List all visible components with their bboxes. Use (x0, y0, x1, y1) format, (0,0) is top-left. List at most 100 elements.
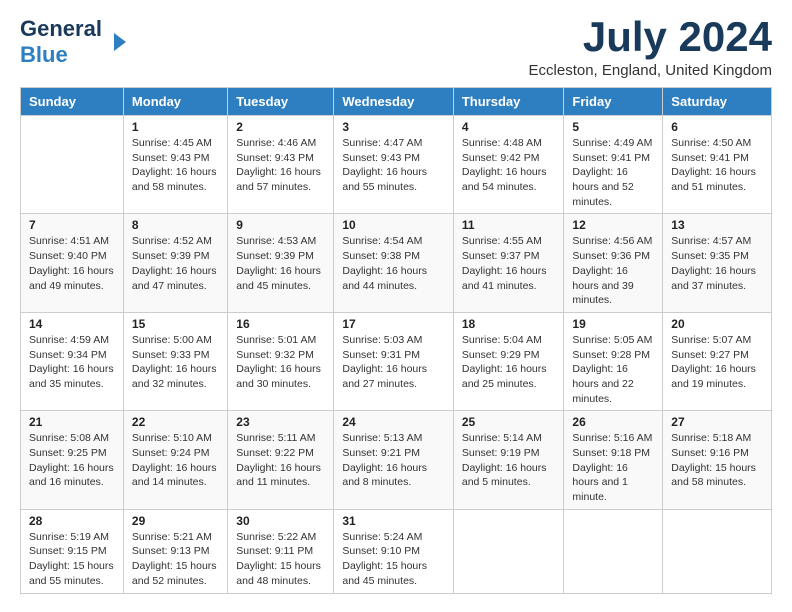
day-info: Sunrise: 5:14 AMSunset: 9:19 PMDaylight:… (462, 432, 547, 488)
day-info: Sunrise: 5:05 AMSunset: 9:28 PMDaylight:… (572, 334, 652, 405)
col-tuesday: Tuesday (228, 88, 334, 116)
day-info: Sunrise: 4:57 AMSunset: 9:35 PMDaylight:… (671, 235, 756, 291)
day-info: Sunrise: 4:45 AMSunset: 9:43 PMDaylight:… (132, 137, 217, 193)
day-number: 29 (132, 514, 219, 528)
logo-general: General (20, 16, 102, 41)
calendar-cell: 6 Sunrise: 4:50 AMSunset: 9:41 PMDaylight… (663, 116, 772, 214)
day-info: Sunrise: 5:11 AMSunset: 9:22 PMDaylight:… (236, 432, 321, 488)
calendar-week-2: 7Sunrise: 4:51 AMSunset: 9:40 PMDaylight… (21, 214, 772, 312)
calendar-cell: 3 Sunrise: 4:47 AMSunset: 9:43 PMDaylight… (334, 116, 454, 214)
calendar-cell: 27 Sunrise: 5:18 AMSunset: 9:16 PMDayligh… (663, 411, 772, 509)
day-number: 14 (29, 317, 115, 331)
day-info: Sunrise: 4:53 AMSunset: 9:39 PMDaylight:… (236, 235, 321, 291)
day-info: Sunrise: 4:47 AMSunset: 9:43 PMDaylight:… (342, 137, 427, 193)
calendar-cell: 14 Sunrise: 4:59 AMSunset: 9:34 PMDayligh… (21, 312, 124, 410)
day-info: Sunrise: 5:03 AMSunset: 9:31 PMDaylight:… (342, 334, 427, 390)
day-info: Sunrise: 4:49 AMSunset: 9:41 PMDaylight:… (572, 137, 652, 208)
header-row: Sunday Monday Tuesday Wednesday Thursday… (21, 88, 772, 116)
col-wednesday: Wednesday (334, 88, 454, 116)
day-number: 10 (342, 218, 445, 232)
calendar-cell: 10Sunrise: 4:54 AMSunset: 9:38 PMDayligh… (334, 214, 454, 312)
day-number: 12 (572, 218, 654, 232)
calendar-cell: 29 Sunrise: 5:21 AMSunset: 9:13 PMDayligh… (123, 509, 227, 593)
calendar-cell: 23 Sunrise: 5:11 AMSunset: 9:22 PMDayligh… (228, 411, 334, 509)
col-saturday: Saturday (663, 88, 772, 116)
day-info: Sunrise: 5:22 AMSunset: 9:11 PMDaylight:… (236, 531, 321, 587)
calendar-week-1: 1Sunrise: 4:45 AMSunset: 9:43 PMDaylight… (21, 116, 772, 214)
logo-blue: Blue (20, 42, 68, 67)
calendar-cell: 22Sunrise: 5:10 AMSunset: 9:24 PMDayligh… (123, 411, 227, 509)
day-info: Sunrise: 4:46 AMSunset: 9:43 PMDaylight:… (236, 137, 321, 193)
day-number: 23 (236, 415, 325, 429)
day-number: 19 (572, 317, 654, 331)
calendar-cell: 15Sunrise: 5:00 AMSunset: 9:33 PMDayligh… (123, 312, 227, 410)
day-info: Sunrise: 5:01 AMSunset: 9:32 PMDaylight:… (236, 334, 321, 390)
day-info: Sunrise: 5:21 AMSunset: 9:13 PMDaylight:… (132, 531, 217, 587)
calendar-cell: 24Sunrise: 5:13 AMSunset: 9:21 PMDayligh… (334, 411, 454, 509)
day-number: 11 (462, 218, 556, 232)
day-number: 3 (342, 120, 445, 134)
calendar-cell (21, 116, 124, 214)
calendar-week-4: 21Sunrise: 5:08 AMSunset: 9:25 PMDayligh… (21, 411, 772, 509)
day-info: Sunrise: 4:56 AMSunset: 9:36 PMDaylight:… (572, 235, 652, 306)
calendar-cell: 9 Sunrise: 4:53 AMSunset: 9:39 PMDaylight… (228, 214, 334, 312)
day-info: Sunrise: 4:59 AMSunset: 9:34 PMDaylight:… (29, 334, 114, 390)
col-friday: Friday (564, 88, 663, 116)
day-number: 8 (132, 218, 219, 232)
calendar-cell: 1Sunrise: 4:45 AMSunset: 9:43 PMDaylight… (123, 116, 227, 214)
subtitle: Eccleston, England, United Kingdom (529, 62, 772, 79)
calendar-cell: 26 Sunrise: 5:16 AMSunset: 9:18 PMDayligh… (564, 411, 663, 509)
day-number: 20 (671, 317, 763, 331)
day-info: Sunrise: 5:10 AMSunset: 9:24 PMDaylight:… (132, 432, 217, 488)
day-number: 26 (572, 415, 654, 429)
title-block: July 2024 Eccleston, England, United Kin… (529, 16, 772, 79)
day-number: 28 (29, 514, 115, 528)
calendar-cell: 19 Sunrise: 5:05 AMSunset: 9:28 PMDayligh… (564, 312, 663, 410)
day-number: 4 (462, 120, 556, 134)
calendar-cell: 18Sunrise: 5:04 AMSunset: 9:29 PMDayligh… (453, 312, 564, 410)
day-info: Sunrise: 4:52 AMSunset: 9:39 PMDaylight:… (132, 235, 217, 291)
calendar-cell: 16 Sunrise: 5:01 AMSunset: 9:32 PMDayligh… (228, 312, 334, 410)
calendar-cell: 25 Sunrise: 5:14 AMSunset: 9:19 PMDayligh… (453, 411, 564, 509)
calendar-cell: 17Sunrise: 5:03 AMSunset: 9:31 PMDayligh… (334, 312, 454, 410)
day-info: Sunrise: 5:16 AMSunset: 9:18 PMDaylight:… (572, 432, 652, 503)
day-info: Sunrise: 5:07 AMSunset: 9:27 PMDaylight:… (671, 334, 756, 390)
day-number: 30 (236, 514, 325, 528)
calendar-cell: 20 Sunrise: 5:07 AMSunset: 9:27 PMDayligh… (663, 312, 772, 410)
calendar-cell: 8 Sunrise: 4:52 AMSunset: 9:39 PMDaylight… (123, 214, 227, 312)
calendar-cell (663, 509, 772, 593)
day-number: 5 (572, 120, 654, 134)
col-thursday: Thursday (453, 88, 564, 116)
day-info: Sunrise: 4:51 AMSunset: 9:40 PMDaylight:… (29, 235, 114, 291)
logo: General Blue (20, 16, 128, 68)
day-info: Sunrise: 5:04 AMSunset: 9:29 PMDaylight:… (462, 334, 547, 390)
page-header: General Blue July 2024 Eccleston, Englan… (20, 16, 772, 79)
logo-text: General Blue (20, 16, 102, 68)
calendar-table: Sunday Monday Tuesday Wednesday Thursday… (20, 87, 772, 594)
day-number: 16 (236, 317, 325, 331)
day-info: Sunrise: 4:55 AMSunset: 9:37 PMDaylight:… (462, 235, 547, 291)
calendar-cell (564, 509, 663, 593)
day-number: 9 (236, 218, 325, 232)
calendar-week-3: 14 Sunrise: 4:59 AMSunset: 9:34 PMDayligh… (21, 312, 772, 410)
day-info: Sunrise: 5:08 AMSunset: 9:25 PMDaylight:… (29, 432, 114, 488)
calendar-cell (453, 509, 564, 593)
day-info: Sunrise: 5:24 AMSunset: 9:10 PMDaylight:… (342, 531, 427, 587)
calendar-cell: 11 Sunrise: 4:55 AMSunset: 9:37 PMDayligh… (453, 214, 564, 312)
day-number: 27 (671, 415, 763, 429)
calendar-week-5: 28Sunrise: 5:19 AMSunset: 9:15 PMDayligh… (21, 509, 772, 593)
day-number: 6 (671, 120, 763, 134)
day-number: 25 (462, 415, 556, 429)
day-info: Sunrise: 5:18 AMSunset: 9:16 PMDaylight:… (671, 432, 756, 488)
col-monday: Monday (123, 88, 227, 116)
day-number: 15 (132, 317, 219, 331)
calendar-cell: 31Sunrise: 5:24 AMSunset: 9:10 PMDayligh… (334, 509, 454, 593)
logo-icon (106, 31, 128, 53)
calendar-cell: 7Sunrise: 4:51 AMSunset: 9:40 PMDaylight… (21, 214, 124, 312)
calendar-cell: 4Sunrise: 4:48 AMSunset: 9:42 PMDaylight… (453, 116, 564, 214)
calendar-cell: 5 Sunrise: 4:49 AMSunset: 9:41 PMDaylight… (564, 116, 663, 214)
day-number: 13 (671, 218, 763, 232)
calendar-cell: 12 Sunrise: 4:56 AMSunset: 9:36 PMDayligh… (564, 214, 663, 312)
calendar-cell: 28Sunrise: 5:19 AMSunset: 9:15 PMDayligh… (21, 509, 124, 593)
day-info: Sunrise: 4:50 AMSunset: 9:41 PMDaylight:… (671, 137, 756, 193)
